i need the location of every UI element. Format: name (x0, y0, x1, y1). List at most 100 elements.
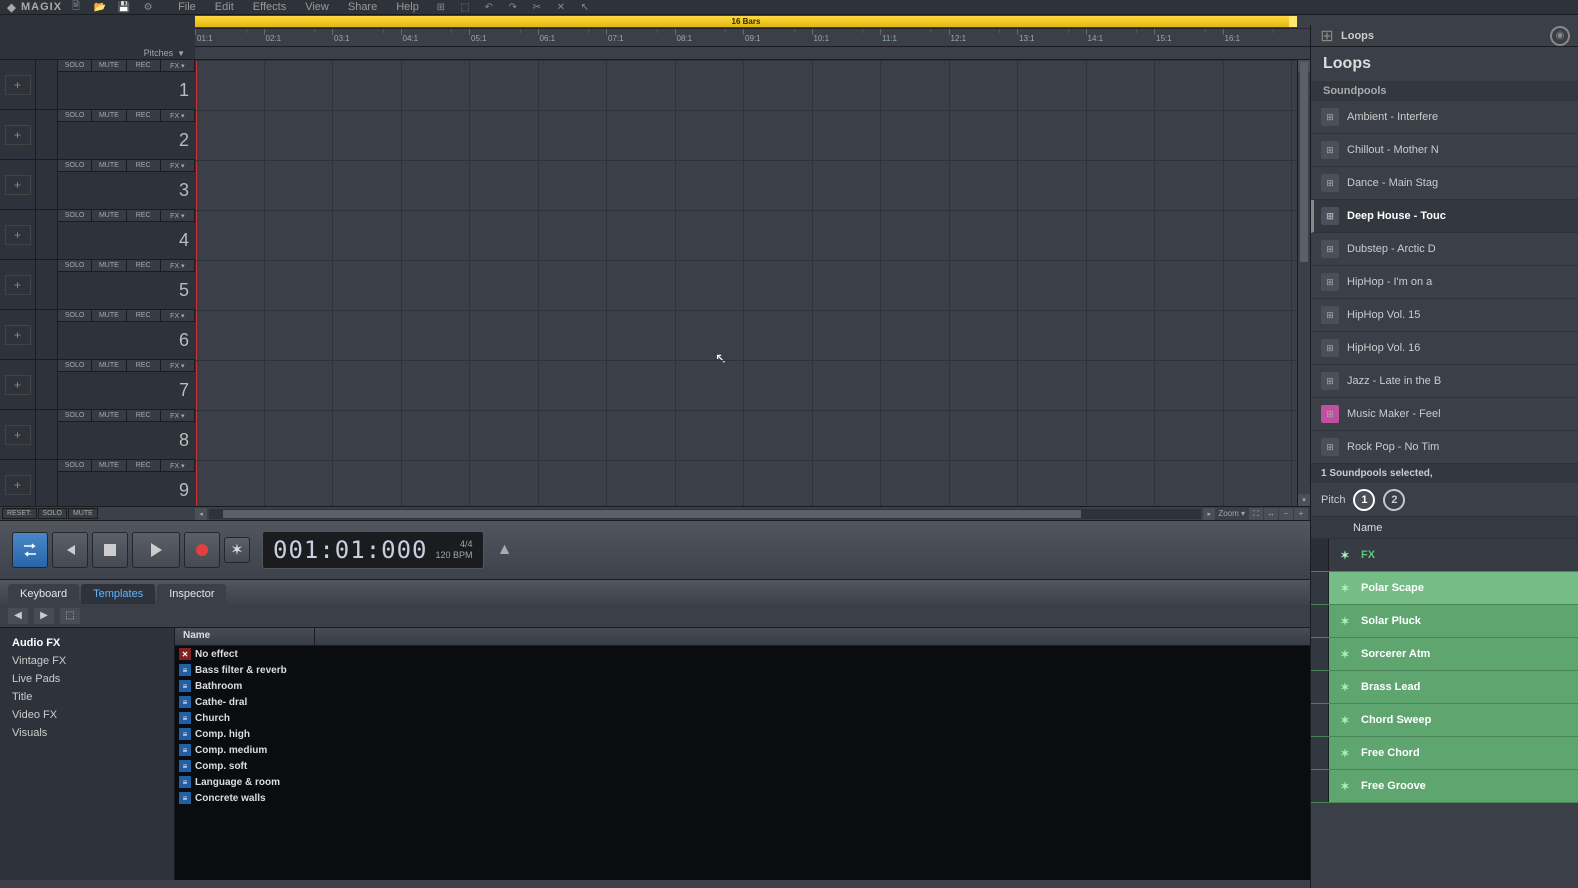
rec-button[interactable]: REC (127, 310, 161, 321)
time-display[interactable]: 001:01:000 4/4 120 BPM (262, 531, 484, 569)
menu-help[interactable]: Help (388, 0, 427, 14)
rec-button[interactable]: REC (127, 360, 161, 371)
record-button[interactable] (184, 532, 220, 568)
zoom-dropdown[interactable]: Zoom ▾ (1215, 509, 1248, 518)
solo-button[interactable]: SOLO (58, 260, 92, 271)
fx-dropdown[interactable]: FX ▾ (161, 310, 195, 321)
rec-button[interactable]: REC (127, 60, 161, 71)
instrument-item[interactable]: ✶FX (1311, 539, 1578, 572)
add-track-button[interactable]: + (5, 225, 31, 245)
add-track-button[interactable]: + (5, 325, 31, 345)
fx-dropdown[interactable]: FX ▾ (161, 460, 195, 471)
soundpool-item[interactable]: ⊞Ambient - Interfere (1311, 101, 1578, 134)
reset-solo-button[interactable]: SOLO (38, 508, 67, 519)
mute-button[interactable]: MUTE (92, 110, 126, 121)
horizontal-scrollbar[interactable] (209, 509, 1201, 519)
pitch-1-button[interactable]: 1 (1353, 489, 1375, 511)
instrument-item[interactable]: ✶Sorcerer Atm (1311, 638, 1578, 671)
fx-dropdown[interactable]: FX ▾ (161, 160, 195, 171)
solo-button[interactable]: SOLO (58, 60, 92, 71)
nav-forward-button[interactable]: ▶ (34, 608, 54, 624)
hscroll-right-button[interactable]: ▸ (1203, 508, 1215, 520)
sidebar-item[interactable]: Vintage FX (0, 652, 174, 670)
hscroll-thumb[interactable] (223, 510, 1081, 518)
settings-icon[interactable]: ⚙ (138, 0, 158, 14)
fx-dropdown[interactable]: FX ▾ (161, 260, 195, 271)
scroll-down-button[interactable]: ▾ (1298, 494, 1310, 506)
mute-button[interactable]: MUTE (92, 360, 126, 371)
loop-toggle-button[interactable] (12, 532, 48, 568)
time-ruler[interactable]: 01:102:103:104:105:106:107:108:109:110:1… (195, 29, 1310, 47)
add-track-button[interactable]: + (5, 175, 31, 195)
save-file-icon[interactable]: 💾 (114, 0, 134, 14)
mute-button[interactable]: MUTE (92, 60, 126, 71)
soundpool-item[interactable]: ⊞Music Maker - Feel (1311, 398, 1578, 431)
metronome-icon[interactable]: ▲ (490, 535, 520, 565)
rec-button[interactable]: REC (127, 410, 161, 421)
instrument-item[interactable]: ✶Polar Scape (1311, 572, 1578, 605)
menu-share[interactable]: Share (340, 0, 385, 14)
mute-button[interactable]: MUTE (92, 410, 126, 421)
loop-bar[interactable]: 16 Bars (195, 15, 1310, 29)
transport-settings-icon[interactable]: ✶ (224, 537, 250, 563)
loops-settings-icon[interactable]: ◉ (1550, 26, 1570, 46)
fx-dropdown[interactable]: FX ▾ (161, 210, 195, 221)
open-file-icon[interactable]: 📂 (90, 0, 110, 14)
mute-button[interactable]: MUTE (92, 210, 126, 221)
soundpool-item[interactable]: ⊞Chillout - Mother N (1311, 134, 1578, 167)
pointer-icon[interactable]: ↖ (575, 0, 595, 14)
mute-button[interactable]: MUTE (92, 310, 126, 321)
mute-button[interactable]: MUTE (92, 260, 126, 271)
loop-end-handle[interactable] (1289, 16, 1297, 27)
rec-button[interactable]: REC (127, 110, 161, 121)
zoom-out-button[interactable]: − (1279, 508, 1293, 520)
instrument-item[interactable]: ✶Brass Lead (1311, 671, 1578, 704)
add-track-button[interactable]: + (5, 125, 31, 145)
fx-dropdown[interactable]: FX ▾ (161, 410, 195, 421)
track-grid[interactable]: ↖ (195, 60, 1297, 506)
solo-button[interactable]: SOLO (58, 460, 92, 471)
instrument-item[interactable]: ✶Free Chord (1311, 737, 1578, 770)
tab-templates[interactable]: Templates (81, 584, 155, 604)
stop-button[interactable] (92, 532, 128, 568)
menu-file[interactable]: File (170, 0, 204, 14)
zoom-fit-icon[interactable]: ⛶ (1249, 508, 1263, 520)
solo-button[interactable]: SOLO (58, 110, 92, 121)
vscroll-thumb[interactable] (1300, 62, 1308, 262)
soundpool-item[interactable]: ⊞HipHop - I'm on a (1311, 266, 1578, 299)
play-button[interactable] (132, 532, 180, 568)
menu-view[interactable]: View (297, 0, 337, 14)
nav-up-button[interactable]: ⬚ (60, 608, 80, 624)
mute-button[interactable]: MUTE (92, 460, 126, 471)
instrument-item[interactable]: ✶Free Groove (1311, 770, 1578, 803)
redo-icon[interactable]: ↷ (503, 0, 523, 14)
solo-button[interactable]: SOLO (58, 410, 92, 421)
fx-dropdown[interactable]: FX ▾ (161, 360, 195, 371)
instrument-item[interactable]: ✶Solar Pluck (1311, 605, 1578, 638)
undo-icon[interactable]: ↶ (479, 0, 499, 14)
nav-back-button[interactable]: ◀ (8, 608, 28, 624)
tab-inspector[interactable]: Inspector (157, 584, 226, 604)
solo-button[interactable]: SOLO (58, 360, 92, 371)
tab-keyboard[interactable]: Keyboard (8, 584, 79, 604)
add-track-button[interactable]: + (5, 475, 31, 495)
soundpool-item[interactable]: ⊞HipHop Vol. 16 (1311, 332, 1578, 365)
sidebar-item[interactable]: Live Pads (0, 670, 174, 688)
rewind-button[interactable] (52, 532, 88, 568)
sidebar-item[interactable]: Video FX (0, 706, 174, 724)
soundpool-item[interactable]: ⊞Rock Pop - No Tim (1311, 431, 1578, 464)
col-name[interactable]: Name (175, 628, 315, 645)
mute-button[interactable]: MUTE (92, 160, 126, 171)
rec-button[interactable]: REC (127, 210, 161, 221)
sidebar-item[interactable]: Audio FX (0, 634, 174, 652)
soundpool-item[interactable]: ⊞Dance - Main Stag (1311, 167, 1578, 200)
instrument-item[interactable]: ✶Chord Sweep (1311, 704, 1578, 737)
sidebar-item[interactable]: Title (0, 688, 174, 706)
solo-button[interactable]: SOLO (58, 210, 92, 221)
add-track-button[interactable]: + (5, 75, 31, 95)
rec-button[interactable]: REC (127, 260, 161, 271)
add-track-button[interactable]: + (5, 375, 31, 395)
loop-region[interactable]: 16 Bars (195, 16, 1297, 27)
add-track-button[interactable]: + (5, 275, 31, 295)
reset-button[interactable]: RESET: (2, 508, 37, 519)
